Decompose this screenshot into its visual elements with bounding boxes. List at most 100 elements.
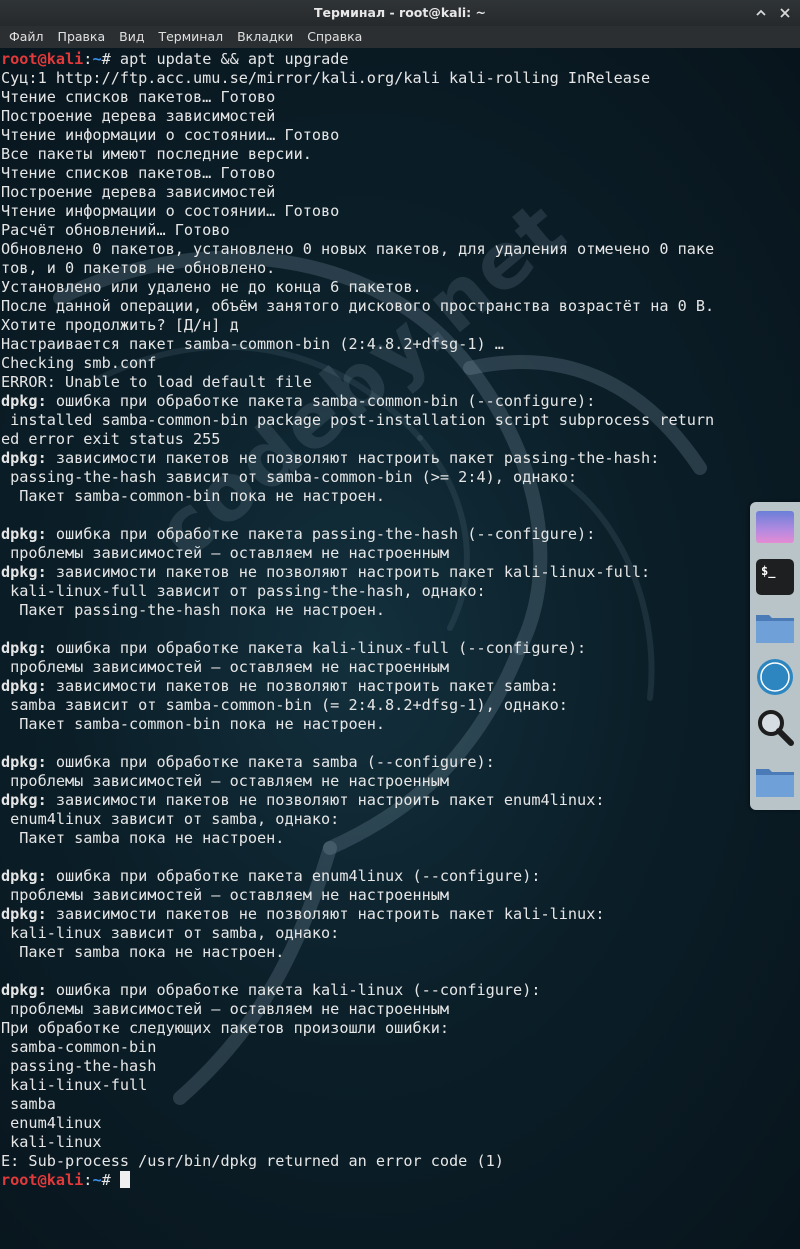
output-text: Чтение информации о состоянии… Готово [1, 126, 340, 144]
output-text: зависимости пакетов не позволяют настрои… [46, 563, 651, 581]
output-text: samba [1, 1095, 56, 1113]
output-line: kali-linux-full [1, 1076, 714, 1095]
input-prompt-line[interactable]: root@kali:~# [1, 1171, 714, 1190]
output-line: Установлено или удалено не до конца 6 па… [1, 278, 714, 297]
terminal-icon: $_ [756, 559, 794, 595]
output-line: проблемы зависимостей — оставляем не нас… [1, 886, 714, 905]
svg-text:$_: $_ [761, 564, 776, 579]
output-text: kali-linux [1, 1133, 102, 1151]
output-line: Пакет samba-common-bin пока не настроен. [1, 487, 714, 506]
output-line: Обновлено 0 пакетов, установлено 0 новых… [1, 240, 714, 259]
menu-file[interactable]: Файл [2, 26, 51, 48]
menu-help[interactable]: Справка [300, 26, 369, 48]
maximize-button[interactable] [752, 4, 770, 22]
dpkg-prefix: dpkg: [1, 981, 47, 999]
dock-search[interactable] [754, 706, 796, 748]
menu-view[interactable]: Вид [112, 26, 151, 48]
output-line: Чтение информации о состоянии… Готово [1, 202, 714, 221]
output-text: проблемы зависимостей — оставляем не нас… [1, 1000, 450, 1018]
output-line: проблемы зависимостей — оставляем не нас… [1, 544, 714, 563]
output-text: Пакет samba пока не настроен. [1, 943, 285, 961]
output-text: ed error exit status 255 [1, 430, 221, 448]
folder-icon [756, 769, 794, 797]
output-text: Чтение списков пакетов… Готово [1, 164, 276, 182]
dock-files[interactable] [754, 606, 796, 648]
output-text: ошибка при обработке пакета passing-the-… [46, 525, 596, 543]
menu-tabs[interactable]: Вкладки [230, 26, 300, 48]
folder-icon [756, 615, 794, 643]
close-button[interactable] [776, 4, 794, 22]
output-text: passing-the-hash [1, 1057, 157, 1075]
output-line: kali-linux зависит от samba, однако: [1, 924, 714, 943]
output-text: Пакет passing-the-hash пока не настроен. [1, 601, 386, 619]
text-cursor[interactable] [119, 1171, 130, 1188]
output-line: Расчёт обновлений… Готово [1, 221, 714, 240]
output-text: ошибка при обработке пакета samba (--con… [46, 753, 495, 771]
output-line: проблемы зависимостей — оставляем не нас… [1, 772, 714, 791]
output-line: dpkg: зависимости пакетов не позволяют н… [1, 449, 714, 468]
output-text: passing-the-hash зависит от samba-common… [1, 468, 578, 486]
output-line: Построение дерева зависимостей [1, 183, 714, 202]
output-line: dpkg: зависимости пакетов не позволяют н… [1, 791, 714, 810]
dock-desktop[interactable] [754, 506, 796, 548]
output-line: installed samba-common-bin package post-… [1, 411, 714, 430]
output-line: Пакет samba пока не настроен. [1, 943, 714, 962]
prompt-symbol: # [101, 50, 111, 68]
window-controls [752, 0, 794, 26]
output-text: kali-linux-full зависит от passing-the-h… [1, 582, 486, 600]
output-line: samba [1, 1095, 714, 1114]
prompt-user: root@kali [1, 50, 84, 68]
menu-terminal[interactable]: Терминал [151, 26, 230, 48]
output-text: Построение дерева зависимостей [1, 107, 276, 125]
output-text: enum4linux [1, 1114, 102, 1132]
title-bar[interactable]: Терминал - root@kali: ~ [0, 0, 800, 26]
output-text: зависимости пакетов не позволяют настрои… [46, 905, 605, 923]
output-line: dpkg: ошибка при обработке пакета samba-… [1, 392, 714, 411]
output-text: зависимости пакетов не позволяют настрои… [46, 677, 559, 695]
output-text: ERROR: Unable to load default file [1, 373, 312, 391]
prompt-symbol: # [101, 1171, 111, 1189]
dock-terminal[interactable]: $_ [754, 556, 796, 598]
output-line: E: Sub-process /usr/bin/dpkg returned an… [1, 1152, 714, 1171]
output-line: enum4linux [1, 1114, 714, 1133]
output-text: ошибка при обработке пакета samba-common… [46, 392, 596, 410]
output-text: kali-linux зависит от samba, однако: [1, 924, 340, 942]
output-line: dpkg: ошибка при обработке пакета kali-l… [1, 639, 714, 658]
output-line: passing-the-hash [1, 1057, 714, 1076]
output-text: E: Sub-process /usr/bin/dpkg returned an… [1, 1152, 504, 1170]
dpkg-prefix: dpkg: [1, 639, 47, 657]
dock-folder[interactable] [754, 762, 796, 804]
output-line: dpkg: ошибка при обработке пакета samba … [1, 753, 714, 772]
output-line: Все пакеты имеют последние версии. [1, 145, 714, 164]
window-title: Терминал - root@kali: ~ [313, 5, 486, 20]
dpkg-prefix: dpkg: [1, 867, 47, 885]
output-line: Checking smb.conf [1, 354, 714, 373]
output-line: dpkg: зависимости пакетов не позволяют н… [1, 563, 714, 582]
command-line: root@kali:~# apt update && apt upgrade [1, 50, 714, 69]
dpkg-prefix: dpkg: [1, 677, 47, 695]
output-line: проблемы зависимостей — оставляем не нас… [1, 1000, 714, 1019]
command-text: apt update && apt upgrade [119, 50, 349, 68]
terminal-window: Терминал - root@kali: ~ Файл Правка Вид … [0, 0, 800, 1249]
output-text: ошибка при обработке пакета kali-linux-f… [46, 639, 587, 657]
search-magnifier-icon [758, 710, 794, 746]
output-line: kali-linux-full зависит от passing-the-h… [1, 582, 714, 601]
dpkg-prefix: dpkg: [1, 791, 47, 809]
output-line: enum4linux зависит от samba, однако: [1, 810, 714, 829]
output-text: Checking smb.conf [1, 354, 157, 372]
output-line: samba-common-bin [1, 1038, 714, 1057]
output-line: Пакет passing-the-hash пока не настроен. [1, 601, 714, 620]
terminal-output: root@kali:~# apt update && apt upgrade Су… [1, 50, 714, 1190]
output-line: dpkg: зависимости пакетов не позволяют н… [1, 905, 714, 924]
prompt-user: root@kali [1, 1171, 84, 1189]
output-line: ed error exit status 255 [1, 430, 714, 449]
output-text: проблемы зависимостей — оставляем не нас… [1, 772, 450, 790]
output-line: Построение дерева зависимостей [1, 107, 714, 126]
output-text: Пакет samba-common-bin пока не настроен. [1, 487, 386, 505]
output-text: проблемы зависимостей — оставляем не нас… [1, 544, 450, 562]
terminal-area[interactable]: codeby.net root@kali:~# apt update && ap… [0, 48, 800, 1249]
menu-edit[interactable]: Правка [51, 26, 113, 48]
dock-browser[interactable] [754, 656, 796, 698]
